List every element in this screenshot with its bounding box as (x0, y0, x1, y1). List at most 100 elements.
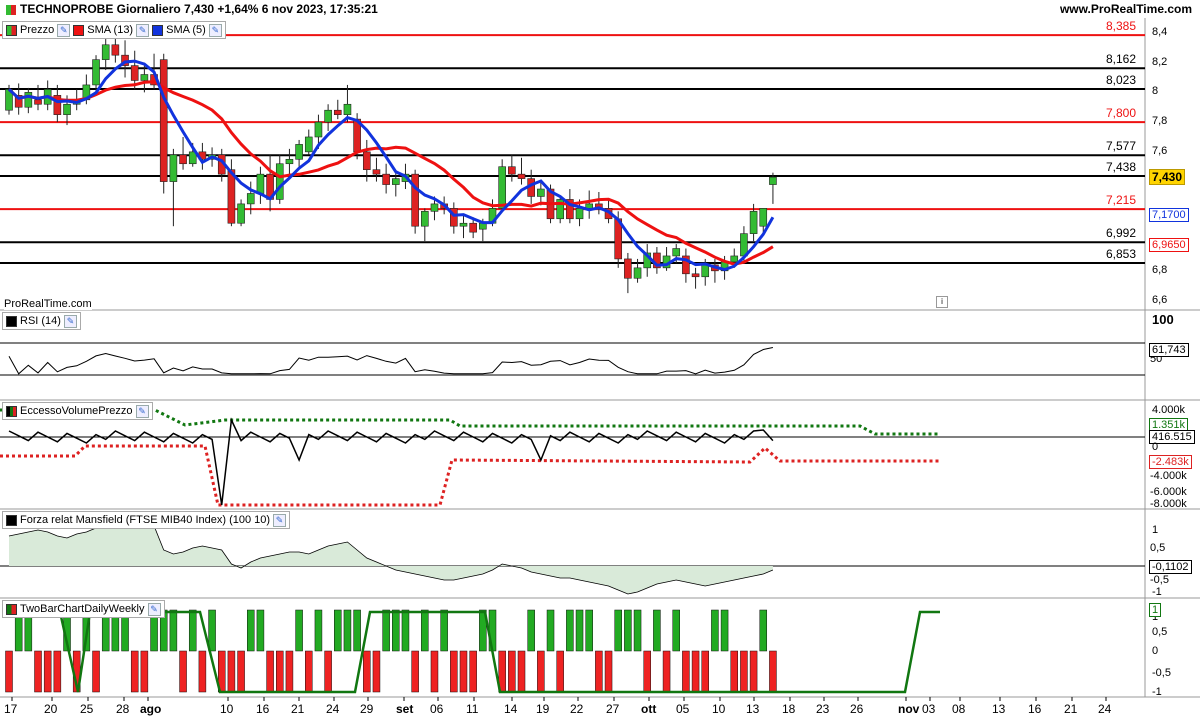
twobar-red-bar (276, 650, 284, 693)
watermark: ProRealTime.com (4, 298, 92, 310)
rsi-label: RSI (14) (20, 315, 61, 327)
candle-body (730, 255, 739, 263)
wrench-icon[interactable]: ✎ (135, 404, 149, 418)
level-label: 8,162 (1106, 52, 1137, 67)
twobar-red-bar (34, 650, 42, 693)
twobar-green-bar (401, 609, 410, 652)
twobar-red-bar (140, 650, 149, 693)
panel-title-mansfield: Forza relat Mansfield (FTSE MIB40 Index)… (2, 511, 291, 529)
site-link[interactable]: www.ProRealTime.com (1060, 2, 1192, 16)
panel-title-evp: EccessoVolumePrezzo ✎ (2, 402, 153, 420)
candle-body (63, 103, 71, 115)
candle-body (304, 136, 313, 153)
candle-body (130, 65, 139, 81)
twobar-swatch-icon (6, 603, 17, 615)
twobar-green-bar (382, 609, 390, 652)
mansfield-tick-label: 0,5 (1150, 542, 1166, 554)
current-price-tag: 7,430 (1149, 169, 1186, 186)
mansfield-tick-label: -1 (1152, 586, 1162, 598)
candle-body (749, 211, 758, 234)
sma13-swatch-icon (73, 24, 85, 36)
twobar-red-bar (450, 650, 458, 693)
wrench-icon[interactable]: ✎ (147, 602, 161, 616)
x-tick-label: 22 (570, 702, 584, 716)
x-tick-label: 11 (466, 702, 479, 716)
twobar-red-bar (469, 650, 477, 693)
twobar-tick-label: -0,5 (1152, 667, 1171, 679)
x-tick-label: ago (140, 702, 162, 716)
twobar-green-bar (711, 609, 719, 652)
level-label: 7,577 (1106, 139, 1137, 154)
level-label: 7,800 (1106, 106, 1137, 121)
twobar-red-bar (198, 650, 207, 693)
x-tick-label: 23 (816, 702, 830, 716)
evp-zero-label: 0 (1152, 441, 1159, 453)
wrench-icon[interactable]: ✎ (273, 513, 287, 527)
x-tick-label: 29 (360, 702, 374, 716)
x-tick-label: 03 (922, 702, 936, 716)
twobar-red-bar (411, 650, 419, 693)
candle-body (459, 222, 468, 227)
twobar-tick-label: -1 (1152, 686, 1162, 698)
evp-label: EccessoVolumePrezzo (20, 405, 133, 417)
twobar-red-bar (701, 650, 709, 693)
twobar-green-bar (334, 609, 342, 652)
level-label: 8,023 (1106, 72, 1137, 87)
candle-body (140, 74, 149, 81)
sma5-swatch-icon (152, 24, 164, 36)
mansfield-area-positive (9, 520, 773, 594)
twobar-red-bar (266, 650, 274, 693)
x-tick-label: 21 (291, 702, 305, 716)
twobar-red-bar (730, 650, 738, 693)
candle-body (382, 173, 390, 185)
twobar-red-bar (769, 650, 777, 693)
candle-body (237, 203, 245, 224)
rsi-line (8, 347, 774, 375)
sma13-value-tag: 6,9650 (1149, 238, 1189, 253)
x-tick-label: 16 (1028, 702, 1042, 716)
legend-sma5: SMA (5) (166, 24, 206, 36)
wrench-icon[interactable]: ✎ (63, 314, 77, 328)
twobar-red-bar (305, 650, 313, 693)
rsi-tick-label: 100 (1152, 312, 1174, 327)
twobar-green-bar (527, 609, 535, 652)
x-tick-label: 14 (504, 702, 518, 716)
price-tick-label: 6,6 (1152, 293, 1168, 306)
x-tick-label: nov (898, 702, 920, 716)
legend-main: Prezzo ✎ SMA (13) ✎ SMA (5) ✎ (2, 21, 226, 39)
mansfield-value-tag: -0,1102 (1149, 560, 1192, 574)
twobar-green-bar (653, 609, 661, 652)
twobar-red-bar (691, 650, 700, 693)
evp-red-band (0, 444, 940, 507)
wrench-icon[interactable]: ✎ (136, 23, 150, 37)
candle-body (343, 103, 352, 115)
twobar-red-bar (517, 650, 526, 693)
twobar-green-bar (440, 609, 448, 652)
wrench-icon[interactable]: ✎ (57, 23, 71, 37)
twobar-red-bar (372, 650, 381, 693)
candle-body (430, 203, 439, 212)
twobar-green-bar (421, 609, 429, 652)
candle-body (372, 169, 381, 175)
twobar-red-bar (237, 650, 245, 693)
candle-body (275, 163, 284, 200)
candle-body (34, 99, 42, 105)
candle-body (285, 158, 294, 165)
x-tick-label: 10 (712, 702, 726, 716)
x-tick-label: 28 (116, 702, 130, 716)
rsi-value-tag: 61,743 (1149, 343, 1189, 357)
twobar-green-bar (188, 609, 197, 652)
twobar-green-bar (208, 609, 216, 652)
twobar-red-bar (5, 650, 13, 693)
candle-body (111, 44, 120, 56)
wrench-icon[interactable]: ✎ (208, 23, 222, 37)
twobar-red-bar (324, 650, 332, 693)
candle-body (362, 151, 371, 170)
chart-canvas (0, 18, 1200, 701)
evp-tick-label: 4.000k (1152, 404, 1186, 416)
sma5-line (7, 59, 775, 272)
candle-body (169, 154, 178, 182)
candle-body (92, 59, 100, 86)
twobar-red-bar (749, 650, 758, 693)
info-icon[interactable]: i (936, 296, 948, 308)
